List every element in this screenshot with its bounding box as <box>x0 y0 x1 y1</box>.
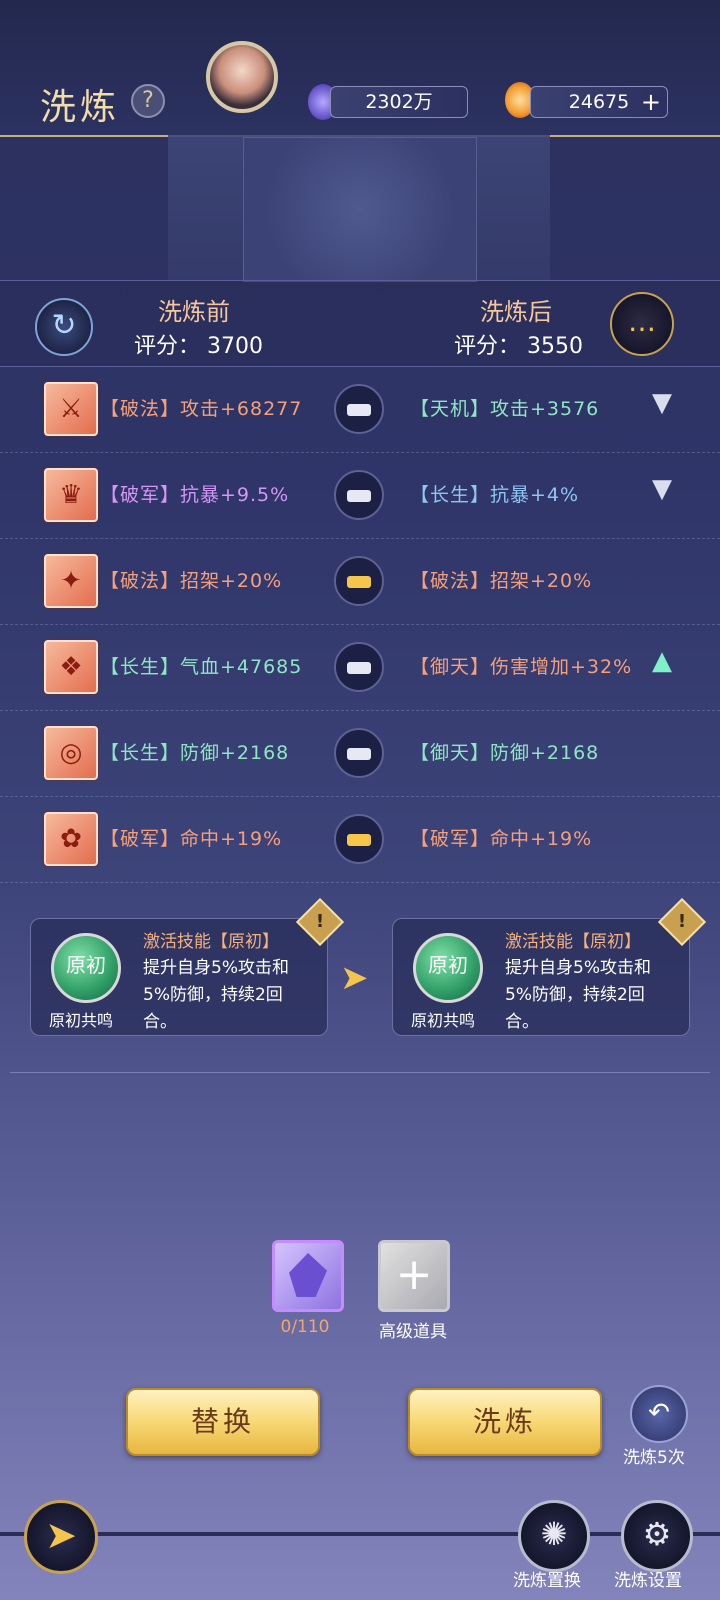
up-arrow-icon: ▲ <box>652 646 672 676</box>
page-title: 洗炼 <box>40 87 121 128</box>
skill-desc: 提升自身5%攻击和5%防御，持续2回合。 <box>505 958 651 1032</box>
warning-symbol: ! <box>315 911 325 932</box>
add-gem-button[interactable]: + <box>641 87 661 117</box>
before-stat: 【破法】招架+20% <box>100 570 283 592</box>
armor-icon: ✦ <box>44 554 98 608</box>
arrow-right-icon: ➤ <box>340 958 369 998</box>
lock-icon <box>347 490 371 502</box>
after-stat: 【御天】防御+2168 <box>410 742 600 764</box>
divider <box>10 1072 710 1073</box>
skill-orb-icon: 原初 <box>51 933 121 1003</box>
helmet-icon: ♛ <box>44 468 98 522</box>
undo-icon[interactable]: ↶ <box>630 1385 688 1443</box>
help-icon[interactable]: ? <box>131 84 165 118</box>
add-advanced-item-button[interactable]: + <box>378 1240 450 1312</box>
settings-label: 洗炼设置 <box>614 1571 682 1591</box>
warning-icon[interactable]: ! <box>657 897 707 947</box>
currency-value: 2302万 <box>365 91 433 113</box>
warning-icon[interactable]: ! <box>295 897 345 947</box>
attribute-row: ♛ 【破军】抗暴+9.5% 【长生】抗暴+4% ▼ <box>0 452 720 539</box>
skill-name: 原初共鸣 <box>411 1011 476 1030</box>
crystal-item[interactable] <box>272 1240 344 1312</box>
lock-icon <box>347 662 371 674</box>
attribute-row: ✦ 【破法】招架+20% 【破法】招架+20% <box>0 538 720 625</box>
attribute-row: ❖ 【长生】气血+47685 【御天】伤害增加+32% ▲ <box>0 624 720 711</box>
down-arrow-icon: ▼ <box>652 474 672 504</box>
attribute-row: ◎ 【长生】防御+2168 【御天】防御+2168 <box>0 710 720 797</box>
lock-toggle[interactable] <box>334 728 384 778</box>
lock-toggle[interactable] <box>334 814 384 864</box>
refine5-label: 洗炼5次 <box>623 1448 685 1468</box>
before-stat: 【长生】防御+2168 <box>100 742 290 764</box>
before-stat: 【破军】命中+19% <box>100 828 283 850</box>
after-title: 洗炼后 <box>480 298 552 326</box>
lock-icon <box>347 404 371 416</box>
before-stat: 【破法】攻击+68277 <box>100 398 303 420</box>
lock-icon <box>347 748 371 760</box>
crystal-icon <box>289 1253 327 1297</box>
skill-before-panel: 原初 原初共鸣 激活技能【原初】 提升自身5%攻击和5%防御，持续2回合。 ! <box>30 897 345 1036</box>
after-stat: 【长生】抗暴+4% <box>410 484 580 506</box>
attribute-row: ⚔ 【破法】攻击+68277 【天机】攻击+3576 ▼ <box>0 366 720 453</box>
sword-icon: ⚔ <box>44 382 98 436</box>
skill-name: 原初共鸣 <box>49 1011 114 1030</box>
after-stat: 【破法】招架+20% <box>410 570 593 592</box>
attribute-row: ✿ 【破军】命中+19% 【破军】命中+19% <box>0 796 720 883</box>
swirl-icon[interactable]: ↻ <box>35 298 93 356</box>
skill-title: 激活技能【原初】 <box>505 932 641 952</box>
bottom-bar-line <box>0 1532 720 1536</box>
skill-orb-icon: 原初 <box>413 933 483 1003</box>
skill-desc: 提升自身5%攻击和5%防御，持续2回合。 <box>143 958 289 1032</box>
back-arrow-icon[interactable]: ➤ <box>24 1500 98 1574</box>
lock-toggle[interactable] <box>334 384 384 434</box>
chat-icon[interactable]: … <box>610 292 674 356</box>
advanced-item-label: 高级道具 <box>379 1322 447 1342</box>
after-stat: 【天机】攻击+3576 <box>410 398 600 420</box>
ring-icon: ◎ <box>44 726 98 780</box>
replace-button[interactable]: 替换 <box>126 1388 320 1456</box>
swap-label: 洗炼置换 <box>513 1571 581 1591</box>
before-score: 评分： 3700 <box>134 334 263 359</box>
gem-value: 24675 <box>568 91 630 113</box>
boots-icon: ❖ <box>44 640 98 694</box>
down-arrow-icon: ▼ <box>652 388 672 418</box>
before-title: 洗炼前 <box>158 298 230 326</box>
skill-after-panel: 原初 原初共鸣 激活技能【原初】 提升自身5%攻击和5%防御，持续2回合。 ! <box>392 897 707 1036</box>
after-score: 评分： 3550 <box>454 334 583 359</box>
after-stat: 【御天】伤害增加+32% <box>410 656 633 678</box>
lock-icon <box>347 576 371 588</box>
lock-toggle[interactable] <box>334 642 384 692</box>
gem-display: 24675 + <box>530 86 668 118</box>
after-stat: 【破军】命中+19% <box>410 828 593 850</box>
lock-toggle[interactable] <box>334 556 384 606</box>
refine-button[interactable]: 洗炼 <box>408 1388 602 1456</box>
gear-icon[interactable]: ⚙ <box>621 1500 693 1572</box>
lock-icon <box>347 834 371 846</box>
amulet-icon: ✿ <box>44 812 98 866</box>
currency-display: 2302万 <box>330 86 468 118</box>
skill-title: 激活技能【原初】 <box>143 932 279 952</box>
banner-emblem <box>243 137 477 282</box>
lock-toggle[interactable] <box>334 470 384 520</box>
warning-symbol: ! <box>677 911 687 932</box>
avatar[interactable] <box>206 41 278 113</box>
swap-icon[interactable]: ✺ <box>518 1500 590 1572</box>
before-stat: 【长生】气血+47685 <box>100 656 303 678</box>
before-stat: 【破军】抗暴+9.5% <box>100 484 290 506</box>
crystal-count: 0/110 <box>280 1317 330 1337</box>
